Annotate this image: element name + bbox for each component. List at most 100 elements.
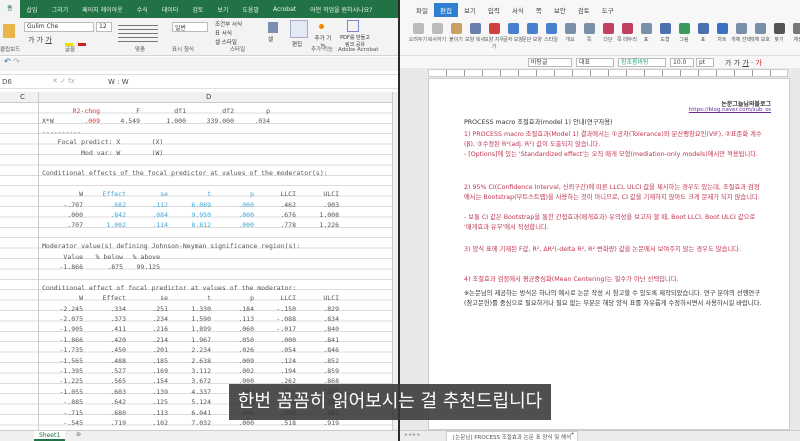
cell[interactable]: .125 [128,397,168,407]
cell[interactable]: -1.225 [43,376,83,386]
cell[interactable]: .184 [214,304,254,314]
font-size-select[interactable]: 12 [96,22,112,32]
cell[interactable]: F [100,106,140,116]
menu-item[interactable]: 입력 [482,5,506,15]
text-style-buttons[interactable]: 가 가 가 · 가 [725,58,762,68]
cell[interactable]: .527 [86,366,126,376]
cell-text[interactable]: Conditional effect of focal predictor at… [42,283,296,293]
cell[interactable]: 6.089 [171,200,211,210]
cell[interactable]: .139 [128,387,168,397]
cell[interactable]: p [230,106,270,116]
toolbar-button[interactable]: 복사하기 [427,23,447,43]
cell-text[interactable]: Mod var: W (W) [42,148,163,158]
font-size-input[interactable]: 10.0 [670,58,694,67]
sheet-row[interactable]: Conditional effects of the focal predict… [0,168,392,178]
sheet-row[interactable]: Value% below% above [0,252,392,262]
toolbar-button[interactable]: 찾기 [769,23,789,43]
cell[interactable]: .114 [128,220,168,230]
ribbon-tab[interactable]: 도움말 [235,5,266,14]
ribbon-tab[interactable]: 검토 [185,5,210,14]
cell[interactable]: .676 [256,210,296,220]
cell[interactable]: .488 [86,356,126,366]
add-tab-icon[interactable]: + [570,431,575,437]
toolbar-button[interactable]: 그림 [674,23,694,43]
cell[interactable]: .642 [86,397,126,407]
cell[interactable]: .842 [86,210,126,220]
cell[interactable]: -1.905 [43,324,83,334]
formula-input[interactable]: W : W [108,78,129,86]
sheet-row[interactable]: -1.395.527.169 3.112.002.194.859 [0,366,392,376]
number-format-select[interactable]: 일반 [172,22,208,32]
cell[interactable]: p [214,293,254,303]
sheet-row[interactable]: ---------- [0,127,392,137]
toolbar-button[interactable]: 글자 모양 [503,23,523,43]
column-header-d[interactable]: D [206,93,211,101]
toolbar-button[interactable]: 스타일 [541,23,561,43]
cell[interactable]: .216 [128,324,168,334]
cell[interactable]: 7.032 [171,418,211,428]
cell[interactable]: % above [120,252,160,262]
menu-item[interactable]: 보기 [458,5,482,15]
sheet-row[interactable]: -1.565.488.185 2.638.009.124.852 [0,356,392,366]
sheet-row[interactable]: X*W .009 4.549 1.000 339.000.034 [0,116,392,126]
cell[interactable]: se [128,293,168,303]
menu-item[interactable]: 검토 [572,5,596,15]
cell[interactable]: 9.950 [171,210,211,220]
toolbar-button[interactable]: 개체 선택 [731,23,751,43]
cell[interactable]: .124 [256,356,296,366]
ribbon-tab[interactable]: 어떤 작업을 원하시나요? [303,5,379,14]
cell[interactable]: .834 [299,314,339,324]
menu-item[interactable]: 쪽 [530,5,548,15]
sheet-row[interactable]: -1.866.875 99.125 [0,262,392,272]
document-tab[interactable]: [논문님] PROCESS 조절효과 논문 표 양식 및 해석 [446,431,579,441]
cell[interactable]: 5.124 [171,397,211,407]
cell[interactable]: .334 [86,304,126,314]
sheet-row[interactable]: -2.075.373.234 1.590.113 -.088.834 [0,314,392,324]
cell[interactable]: 3.672 [171,376,211,386]
cell[interactable]: .102 [128,418,168,428]
cells-button[interactable]: 셀 [268,35,273,43]
toolbar-button[interactable]: 모양 복사 [465,23,485,43]
sheet-row[interactable] [0,179,392,189]
cell[interactable]: t [171,189,211,199]
cell[interactable]: 1.590 [171,314,211,324]
cell[interactable]: 1.000 [146,116,186,126]
sheet-row[interactable]: W Effect se t p LLCI ULCI [0,189,392,199]
ribbon-tab[interactable]: 삽입 [20,5,45,14]
ribbon-tab[interactable]: 그리기 [45,5,76,14]
cell[interactable]: W [43,189,83,199]
cell[interactable]: .060 [214,324,254,334]
toolbar-button[interactable]: 모양 지우기 [484,23,504,50]
cell[interactable]: p [214,189,254,199]
size-unit-select[interactable]: pt [696,58,714,67]
sheet-row[interactable]: -1.866.420.214 1.967.050.000.841 [0,335,392,345]
toolbar-button[interactable]: 다단 [598,23,618,43]
alignment-icons[interactable] [118,22,158,44]
cell[interactable]: t [171,293,211,303]
cell[interactable]: 1.226 [299,220,339,230]
cell[interactable]: .113 [128,408,168,418]
cell[interactable]: 3.112 [171,366,211,376]
sheet-row[interactable]: R2-chng Fdf1 df2 p [0,106,392,116]
toolbar-button[interactable]: 개요 [560,23,580,43]
sheet-row[interactable]: Focal predict: X (X) [0,137,392,147]
cell[interactable]: 1.330 [171,304,211,314]
cell[interactable]: 4.549 [100,116,140,126]
ribbon-tab[interactable]: 보기 [210,5,235,14]
cell[interactable]: .251 [128,304,168,314]
cell[interactable]: .840 [299,324,339,334]
cell[interactable]: .719 [86,418,126,428]
cell[interactable]: .462 [256,200,296,210]
sheet-row[interactable]: .707 1.002.114 8.812.000.778 1.226 [0,220,392,230]
sheet-row[interactable] [0,231,392,241]
toolbar-button[interactable]: 쪽 [579,23,599,43]
sheet-row[interactable]: W Effect se t p LLCI ULCI [0,293,392,303]
menu-item[interactable]: 파일 [410,5,434,15]
toolbar-button[interactable]: 계산 [788,23,800,43]
cell[interactable]: .234 [128,314,168,324]
cell[interactable]: LLCI [256,189,296,199]
cell[interactable]: .113 [214,314,254,324]
cell[interactable]: .000 [214,210,254,220]
style-select[interactable]: 바탕글 [528,58,572,67]
cell[interactable]: LLCI [256,293,296,303]
